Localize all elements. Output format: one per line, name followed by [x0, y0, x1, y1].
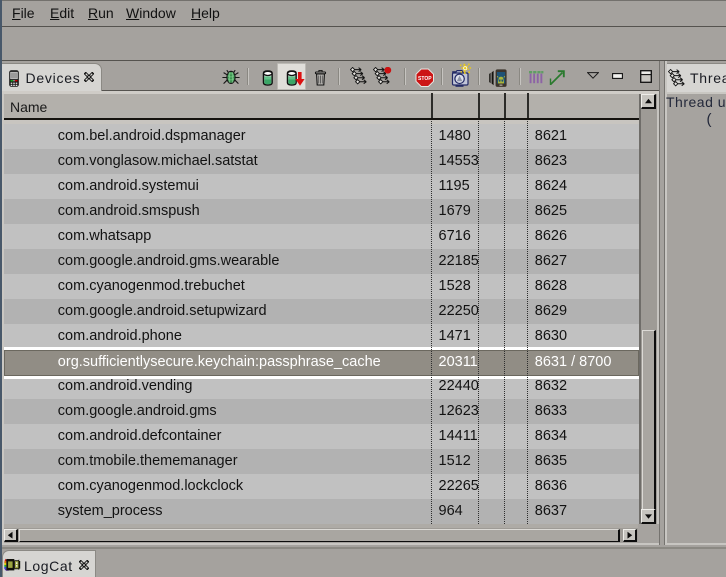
svg-text:STOP: STOP: [418, 76, 432, 82]
